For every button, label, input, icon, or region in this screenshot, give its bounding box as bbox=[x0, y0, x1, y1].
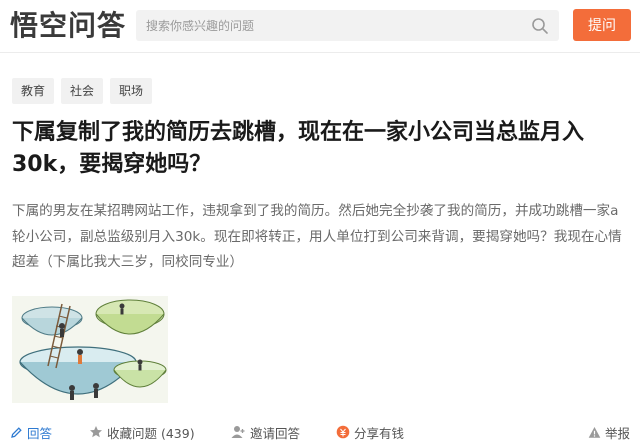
share-button[interactable]: 分享有钱 bbox=[336, 422, 404, 442]
invite-user-icon bbox=[231, 426, 245, 438]
question-description: 下属的男友在某招聘网站工作，违规拿到了我的简历。然后她完全抄袭了我的简历，并成功… bbox=[12, 203, 622, 270]
answer-button[interactable]: 回答 bbox=[10, 422, 52, 442]
question-action-bar: 回答 收藏问题 (439) 邀请回答 分享有钱 举报 bbox=[0, 418, 640, 445]
header-divider bbox=[0, 52, 640, 53]
tag-workplace[interactable]: 职场 bbox=[110, 78, 153, 104]
question-illustration[interactable] bbox=[12, 296, 168, 403]
invite-label: 邀请回答 bbox=[250, 425, 301, 441]
search-box[interactable] bbox=[136, 10, 559, 41]
answer-label: 回答 bbox=[27, 425, 53, 441]
tag-education[interactable]: 教育 bbox=[12, 78, 55, 104]
pencil-icon bbox=[11, 426, 22, 438]
invite-answer-button[interactable]: 邀请回答 bbox=[231, 422, 300, 442]
search-icon[interactable] bbox=[531, 17, 549, 35]
collect-label: 收藏问题 (439) bbox=[107, 425, 195, 441]
warning-icon bbox=[588, 426, 601, 438]
collect-button[interactable]: 收藏问题 (439) bbox=[89, 422, 195, 442]
question-title: 下属复制了我的简历去跳槽，现在在一家小公司当总监月入30k，要揭穿她吗？ bbox=[12, 120, 585, 177]
report-label: 举报 bbox=[605, 425, 631, 441]
star-icon bbox=[90, 426, 102, 438]
search-input[interactable] bbox=[136, 10, 516, 41]
ask-question-button[interactable]: 提问 bbox=[573, 9, 631, 41]
share-label: 分享有钱 bbox=[354, 425, 405, 441]
app-logo[interactable]: 悟空问答 bbox=[10, 8, 126, 44]
tag-society[interactable]: 社会 bbox=[61, 78, 104, 104]
report-button[interactable]: 举报 bbox=[588, 422, 630, 442]
share-coin-icon bbox=[336, 425, 350, 439]
tag-list: 教育 社会 职场 bbox=[12, 78, 153, 104]
top-header: 悟空问答 提问 bbox=[0, 0, 640, 52]
